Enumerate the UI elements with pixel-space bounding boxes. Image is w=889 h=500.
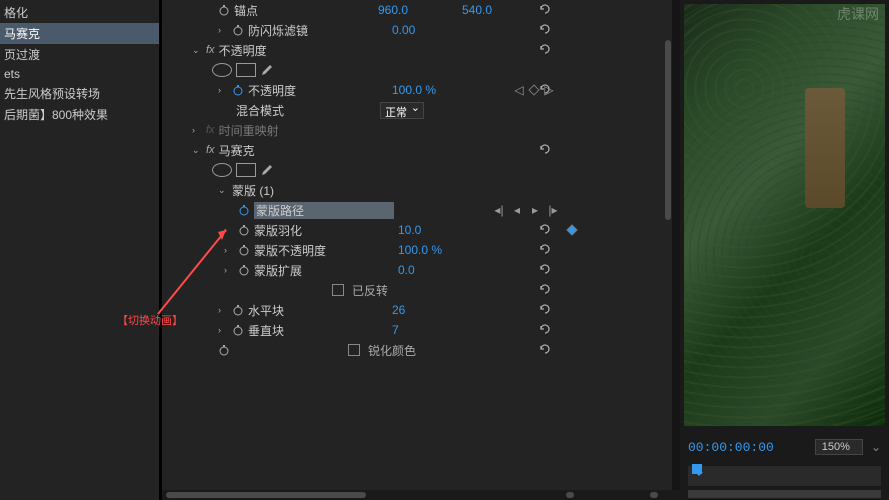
mask-ellipse-button[interactable] <box>212 63 232 77</box>
caret-icon[interactable]: › <box>218 85 228 95</box>
prop-value[interactable]: 10.0 <box>398 223 478 237</box>
stopwatch-icon[interactable] <box>238 264 250 276</box>
playhead[interactable] <box>692 464 702 474</box>
stopwatch-icon[interactable] <box>232 84 244 96</box>
fx-icon: fx <box>206 144 215 156</box>
annotation-text: 【切换动画】 <box>117 312 183 328</box>
keyframe-marker[interactable] <box>566 224 577 235</box>
stopwatch-icon[interactable] <box>238 224 250 236</box>
prop-label: 时间重映射 <box>219 122 359 139</box>
caret-icon[interactable]: › <box>218 25 228 35</box>
prop-label: 蒙版扩展 <box>254 262 394 279</box>
inverted-checkbox[interactable] <box>332 284 344 296</box>
v-scrollbar[interactable] <box>664 0 672 490</box>
reset-icon[interactable] <box>538 142 552 159</box>
track-back-icon[interactable]: ◂| <box>492 203 506 217</box>
effect-item-mosaic[interactable]: 马赛克 <box>0 23 159 44</box>
caret-icon[interactable]: › <box>224 225 234 235</box>
sharpen-checkbox[interactable] <box>348 344 360 356</box>
stopwatch-icon[interactable] <box>232 304 244 316</box>
stopwatch-icon[interactable] <box>232 24 244 36</box>
reset-icon[interactable] <box>538 282 552 299</box>
stopwatch-icon[interactable] <box>238 244 250 256</box>
effect-item[interactable]: 页过渡 <box>0 44 159 65</box>
effect-item[interactable]: 格化 <box>0 2 159 23</box>
reset-icon[interactable] <box>538 2 552 19</box>
pen-icon[interactable] <box>260 163 274 177</box>
caret-icon[interactable]: ⌄ <box>192 145 202 156</box>
prop-value[interactable]: 100.0 % <box>398 243 478 257</box>
caret-icon[interactable]: › <box>192 125 202 135</box>
effects-browser: 格化 马赛克 页过渡 ets 先生风格预设转场 后期菌】800种效果 <box>0 0 160 500</box>
prop-value[interactable]: 7 <box>392 323 472 337</box>
pen-icon[interactable] <box>260 63 274 77</box>
prop-value[interactable]: 0.00 <box>392 23 472 37</box>
prop-value[interactable]: 0.0 <box>398 263 478 277</box>
prop-label: 锚点 <box>234 2 374 19</box>
prop-label-mask: 蒙版 (1) <box>232 182 372 199</box>
checkbox-label: 锐化颜色 <box>368 342 416 359</box>
prop-value[interactable]: 960.0 <box>378 3 458 17</box>
zoom-dropdown[interactable]: 150% <box>815 439 863 455</box>
h-scrollbar[interactable] <box>562 490 672 500</box>
blend-mode-dropdown[interactable]: 正常 <box>380 102 424 119</box>
prop-label: 蒙版不透明度 <box>254 242 394 259</box>
reset-icon[interactable] <box>538 322 552 339</box>
reset-icon[interactable] <box>538 262 552 279</box>
reset-icon[interactable] <box>538 302 552 319</box>
prop-label: 不透明度 <box>248 82 388 99</box>
caret-icon[interactable]: › <box>218 305 228 315</box>
caret-icon[interactable]: ⌄ <box>192 45 202 56</box>
preview-area[interactable] <box>684 4 885 426</box>
watermark: 虎课网 <box>837 4 879 24</box>
effect-item[interactable]: 后期菌】800种效果 <box>0 104 159 125</box>
effect-item[interactable]: 先生风格预设转场 <box>0 83 159 104</box>
stopwatch-icon[interactable] <box>218 4 230 16</box>
checkbox-label: 已反转 <box>352 282 388 299</box>
prev-keyframe-icon[interactable]: ◁ <box>512 83 526 97</box>
prop-label-opacity: 不透明度 <box>219 42 359 59</box>
preview-image <box>684 4 885 426</box>
timecode[interactable]: 00:00:00:00 <box>688 440 774 455</box>
prop-value[interactable]: 540.0 <box>462 3 542 17</box>
work-area-bar[interactable] <box>688 490 881 498</box>
prop-value[interactable]: 26 <box>392 303 472 317</box>
caret-icon[interactable]: › <box>224 265 234 275</box>
track-back-play-icon[interactable]: ◂ <box>510 203 524 217</box>
stopwatch-icon[interactable] <box>218 344 230 356</box>
caret-icon[interactable]: ⌄ <box>218 185 228 196</box>
track-fwd-icon[interactable]: |▸ <box>546 203 560 217</box>
keyframe-timeline <box>562 0 672 500</box>
prop-label-mosaic: 马赛克 <box>219 142 359 159</box>
fx-icon: fx <box>206 44 215 56</box>
prop-label: 水平块 <box>248 302 388 319</box>
reset-icon[interactable] <box>538 82 552 99</box>
mask-rect-button[interactable] <box>236 63 256 77</box>
stopwatch-icon[interactable] <box>238 204 250 216</box>
stopwatch-icon[interactable] <box>232 324 244 336</box>
effect-item[interactable]: ets <box>0 65 159 83</box>
reset-icon[interactable] <box>538 342 552 359</box>
reset-icon[interactable] <box>538 22 552 39</box>
caret-icon[interactable]: › <box>218 325 228 335</box>
prop-label: 蒙版羽化 <box>254 222 394 239</box>
chevron-down-icon[interactable]: ⌄ <box>871 440 881 454</box>
reset-icon[interactable] <box>538 242 552 259</box>
caret-icon[interactable]: › <box>224 245 234 255</box>
track-fwd-play-icon[interactable]: ▸ <box>528 203 542 217</box>
prop-value[interactable]: 100.0 % <box>392 83 472 97</box>
fx-icon: fx <box>206 124 215 136</box>
mask-ellipse-button[interactable] <box>212 163 232 177</box>
mask-rect-button[interactable] <box>236 163 256 177</box>
reset-icon[interactable] <box>538 222 552 239</box>
prop-label-mask-path: 蒙版路径 <box>254 202 394 219</box>
prop-label: 防闪烁滤镜 <box>248 22 388 39</box>
effect-controls: 锚点 960.0 540.0 › 防闪烁滤镜 0.00 ⌄ fx 不透明度 › <box>162 0 562 500</box>
time-ruler[interactable] <box>688 466 881 486</box>
program-monitor: 00:00:00:00 150% ⌄ <box>680 0 889 500</box>
prop-label: 垂直块 <box>248 322 388 339</box>
reset-icon[interactable] <box>538 42 552 59</box>
prop-label: 混合模式 <box>236 102 376 119</box>
